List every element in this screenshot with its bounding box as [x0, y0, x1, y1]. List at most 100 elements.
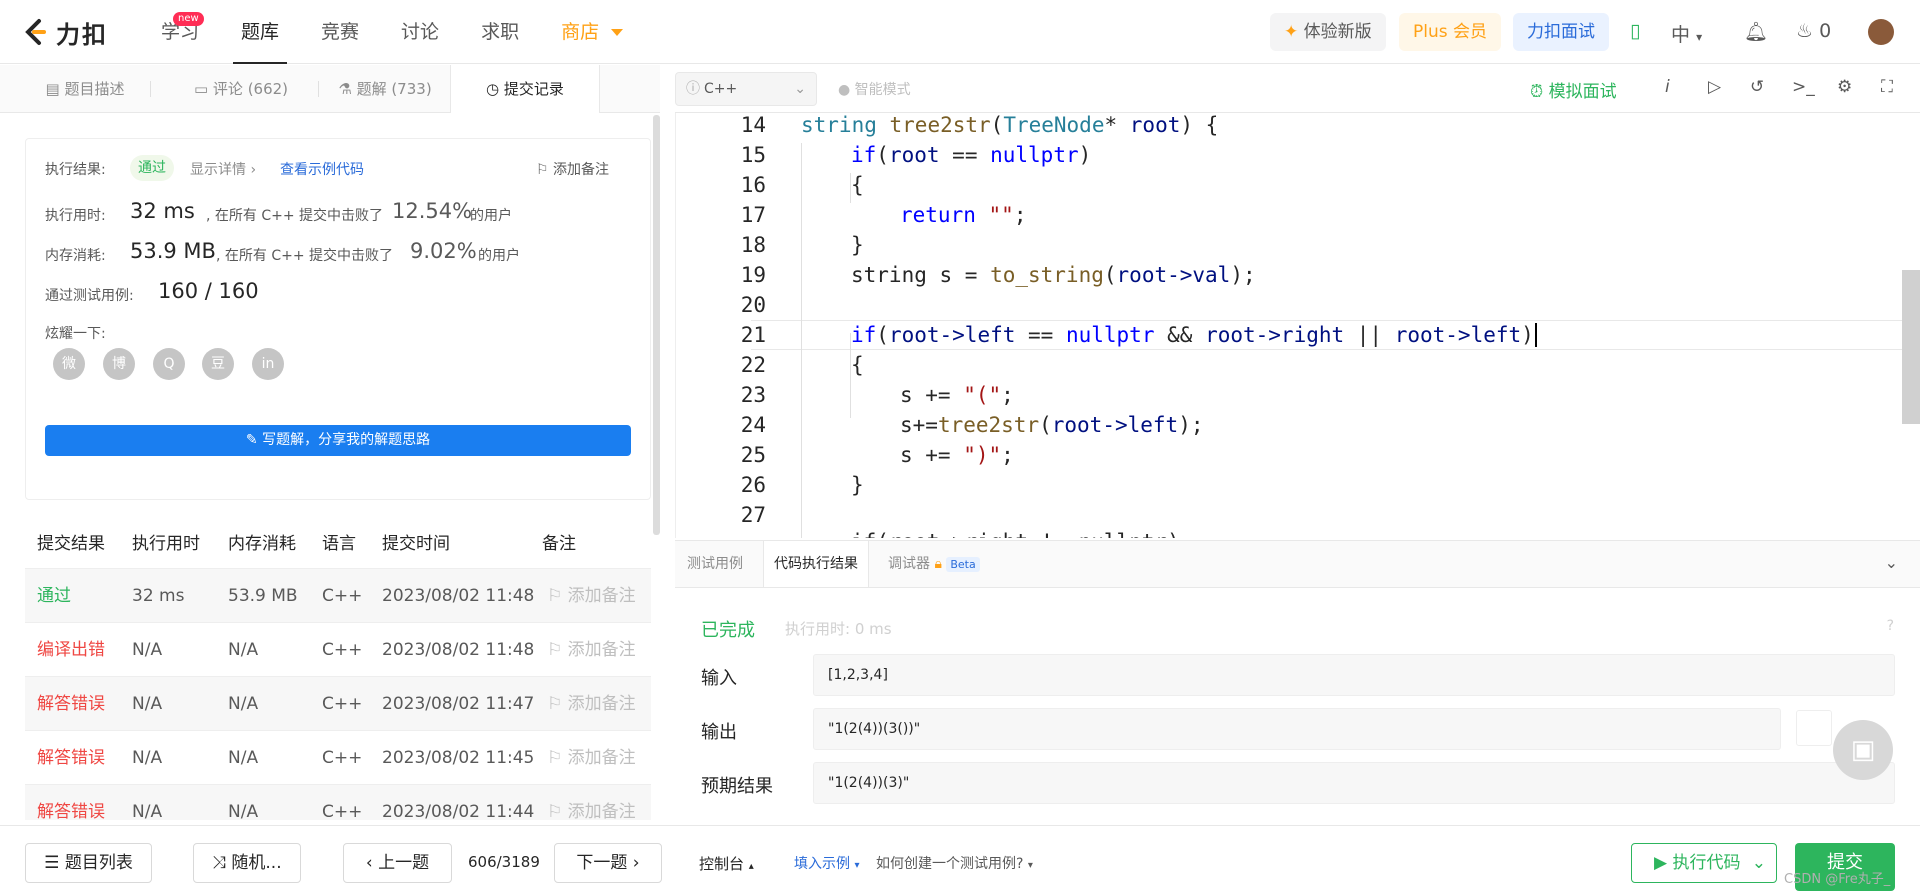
reset-icon[interactable]: ↺: [1750, 77, 1764, 97]
code-editor[interactable]: 14 15 16 17 18 19 20 21 22 23 24 25 26 2…: [675, 113, 1920, 538]
next-problem-button[interactable]: 下一题 ›: [554, 843, 662, 883]
nav-problems[interactable]: 题库: [225, 0, 295, 64]
row-add-note[interactable]: ⚐ 添加备注: [547, 785, 636, 820]
console-toggle[interactable]: 控制台 ▴: [699, 853, 754, 874]
leetcode-logo[interactable]: 力扣: [22, 14, 108, 50]
collapse-chevron-icon[interactable]: ⌄: [1885, 553, 1898, 572]
row-add-note[interactable]: ⚐ 添加备注: [547, 677, 636, 731]
row-memory: N/A: [228, 694, 259, 714]
row-language: C++: [322, 694, 363, 714]
fullscreen-icon[interactable]: ⛶: [1881, 77, 1893, 97]
nav-jobs[interactable]: 求职: [465, 0, 535, 64]
tab-submissions-label: 提交记录: [503, 80, 564, 98]
douban-icon[interactable]: 豆: [202, 348, 234, 380]
diff-toggle[interactable]: [1796, 710, 1832, 746]
tab-submissions[interactable]: ◷ 提交记录: [450, 65, 600, 113]
code-line: s += "(";: [900, 383, 1014, 407]
input-label: 输入: [701, 668, 737, 689]
editor-scrollbar[interactable]: [1902, 270, 1920, 424]
settings-icon[interactable]: ⚙: [1837, 77, 1852, 97]
help-icon[interactable]: ?: [1887, 618, 1894, 634]
table-row[interactable]: 解答错误 N/A N/A C++ 2023/08/02 11:44 ⚐ 添加备注: [25, 784, 651, 820]
nav-learn[interactable]: 学习 new: [145, 0, 215, 64]
share-label: 炫耀一下:: [45, 326, 106, 342]
prev-problem-button[interactable]: ‹ 上一题: [343, 843, 452, 883]
avatar[interactable]: [1868, 19, 1894, 45]
row-add-note[interactable]: ⚐ 添加备注: [547, 569, 636, 623]
table-row[interactable]: 编译出错 N/A N/A C++ 2023/08/02 11:48 ⚐ 添加备注: [25, 622, 651, 676]
terminal-icon[interactable]: >_: [1792, 77, 1815, 97]
wechat-icon[interactable]: 微: [53, 348, 85, 380]
smart-mode-label: 智能模式: [854, 82, 911, 98]
bell-icon[interactable]: 🔔︎: [1744, 20, 1768, 44]
tab-comments[interactable]: ▭ 评论 (662): [176, 65, 306, 113]
language-switch[interactable]: 中 ▾: [1671, 20, 1702, 46]
weibo-icon[interactable]: 博: [103, 348, 135, 380]
code-token: nullptr: [1065, 323, 1155, 347]
tab-debugger[interactable]: 调试器 🔒︎ Beta: [888, 541, 980, 587]
info-icon[interactable]: i: [1665, 77, 1670, 97]
nav-discuss[interactable]: 讨论: [385, 0, 455, 64]
chevron-down-icon: ⌄: [794, 81, 806, 97]
flag-icon: ⚐: [536, 162, 549, 178]
sparkle-icon: ✦: [1284, 22, 1299, 42]
text-cursor: [1534, 323, 1537, 347]
tab-testcase[interactable]: 测试用例: [687, 541, 743, 587]
table-row[interactable]: 通过 32 ms 53.9 MB C++ 2023/08/02 11:48 ⚐ …: [25, 568, 651, 622]
code-token: if: [851, 143, 877, 167]
next-label: 下一题: [576, 853, 628, 873]
line-number: 22: [740, 353, 766, 377]
run-code-button[interactable]: ▶ 执行代码 ⌄: [1631, 843, 1777, 883]
row-status[interactable]: 解答错误: [37, 785, 105, 820]
tab-run-result[interactable]: 代码执行结果: [763, 541, 869, 587]
beta-badge: Beta: [946, 557, 980, 572]
code-token: s +=: [900, 443, 964, 467]
plus-member-button[interactable]: Plus 会员: [1399, 13, 1502, 51]
interview-button[interactable]: 力扣面试: [1513, 13, 1609, 51]
smart-mode-toggle[interactable]: ● 智能模式: [838, 79, 911, 99]
problem-list-button[interactable]: ☰ 题目列表: [25, 843, 152, 883]
tab-description[interactable]: ▤ 题目描述: [30, 65, 140, 113]
show-details-link[interactable]: 显示详情 ›: [190, 159, 256, 179]
how-create-testcase-link[interactable]: 如何创建一个测试用例? ▾: [876, 853, 1033, 873]
row-status[interactable]: 解答错误: [37, 677, 105, 731]
try-new-version-button[interactable]: ✦ 体验新版: [1270, 13, 1386, 51]
qq-icon[interactable]: Q: [153, 348, 185, 380]
row-language: C++: [322, 802, 363, 820]
language-select[interactable]: ⓘ C++ ⌄: [675, 72, 817, 106]
line-number: 14: [740, 113, 766, 137]
notes-float-button[interactable]: ▣: [1833, 720, 1893, 780]
table-row[interactable]: 解答错误 N/A N/A C++ 2023/08/02 11:47 ⚐ 添加备注: [25, 676, 651, 730]
linkedin-icon[interactable]: in: [252, 348, 284, 380]
points-display[interactable]: ♨ 0: [1796, 20, 1831, 44]
problem-page-indicator: 606/3189: [468, 853, 540, 871]
nav-contest[interactable]: 竞赛: [305, 0, 375, 64]
code-line: if(root->left == nullptr && root->right …: [851, 323, 1537, 347]
row-status[interactable]: 通过: [37, 569, 71, 623]
tab-solutions[interactable]: ⚗ 题解 (733): [325, 65, 445, 113]
row-status[interactable]: 编译出错: [37, 623, 105, 677]
code-token: s+=: [900, 413, 938, 437]
code-token: ): [1078, 143, 1092, 167]
row-add-note[interactable]: ⚐ 添加备注: [547, 731, 636, 785]
mobile-app-icon[interactable]: ▯: [1630, 20, 1640, 44]
play-icon[interactable]: ▷: [1708, 77, 1721, 97]
add-note-button[interactable]: ⚐ 添加备注: [536, 159, 609, 179]
table-row[interactable]: 解答错误 N/A N/A C++ 2023/08/02 11:45 ⚐ 添加备注: [25, 730, 651, 784]
left-panel-scrollbar[interactable]: [653, 115, 660, 535]
code-token: "": [988, 203, 1014, 227]
nav-store[interactable]: 商店: [545, 0, 639, 64]
row-add-note-label: 添加备注: [567, 694, 636, 714]
row-add-note[interactable]: ⚐ 添加备注: [547, 623, 636, 677]
output-label: 输出: [701, 722, 737, 743]
fill-example-dropdown[interactable]: 填入示例 ▾: [794, 853, 859, 873]
mock-interview-button[interactable]: ⏰︎ 模拟面试: [1530, 77, 1617, 102]
code-line: {: [851, 173, 864, 197]
random-button[interactable]: ⤨ 随机...: [193, 843, 301, 883]
play-icon: ▶: [1654, 853, 1668, 873]
code-token: (: [876, 143, 889, 167]
write-solution-button[interactable]: ✎ 写题解，分享我的解题思路: [45, 425, 631, 456]
view-sample-code-link[interactable]: 查看示例代码: [280, 159, 364, 179]
row-status[interactable]: 解答错误: [37, 731, 105, 785]
flag-icon: ⚐: [547, 802, 563, 820]
